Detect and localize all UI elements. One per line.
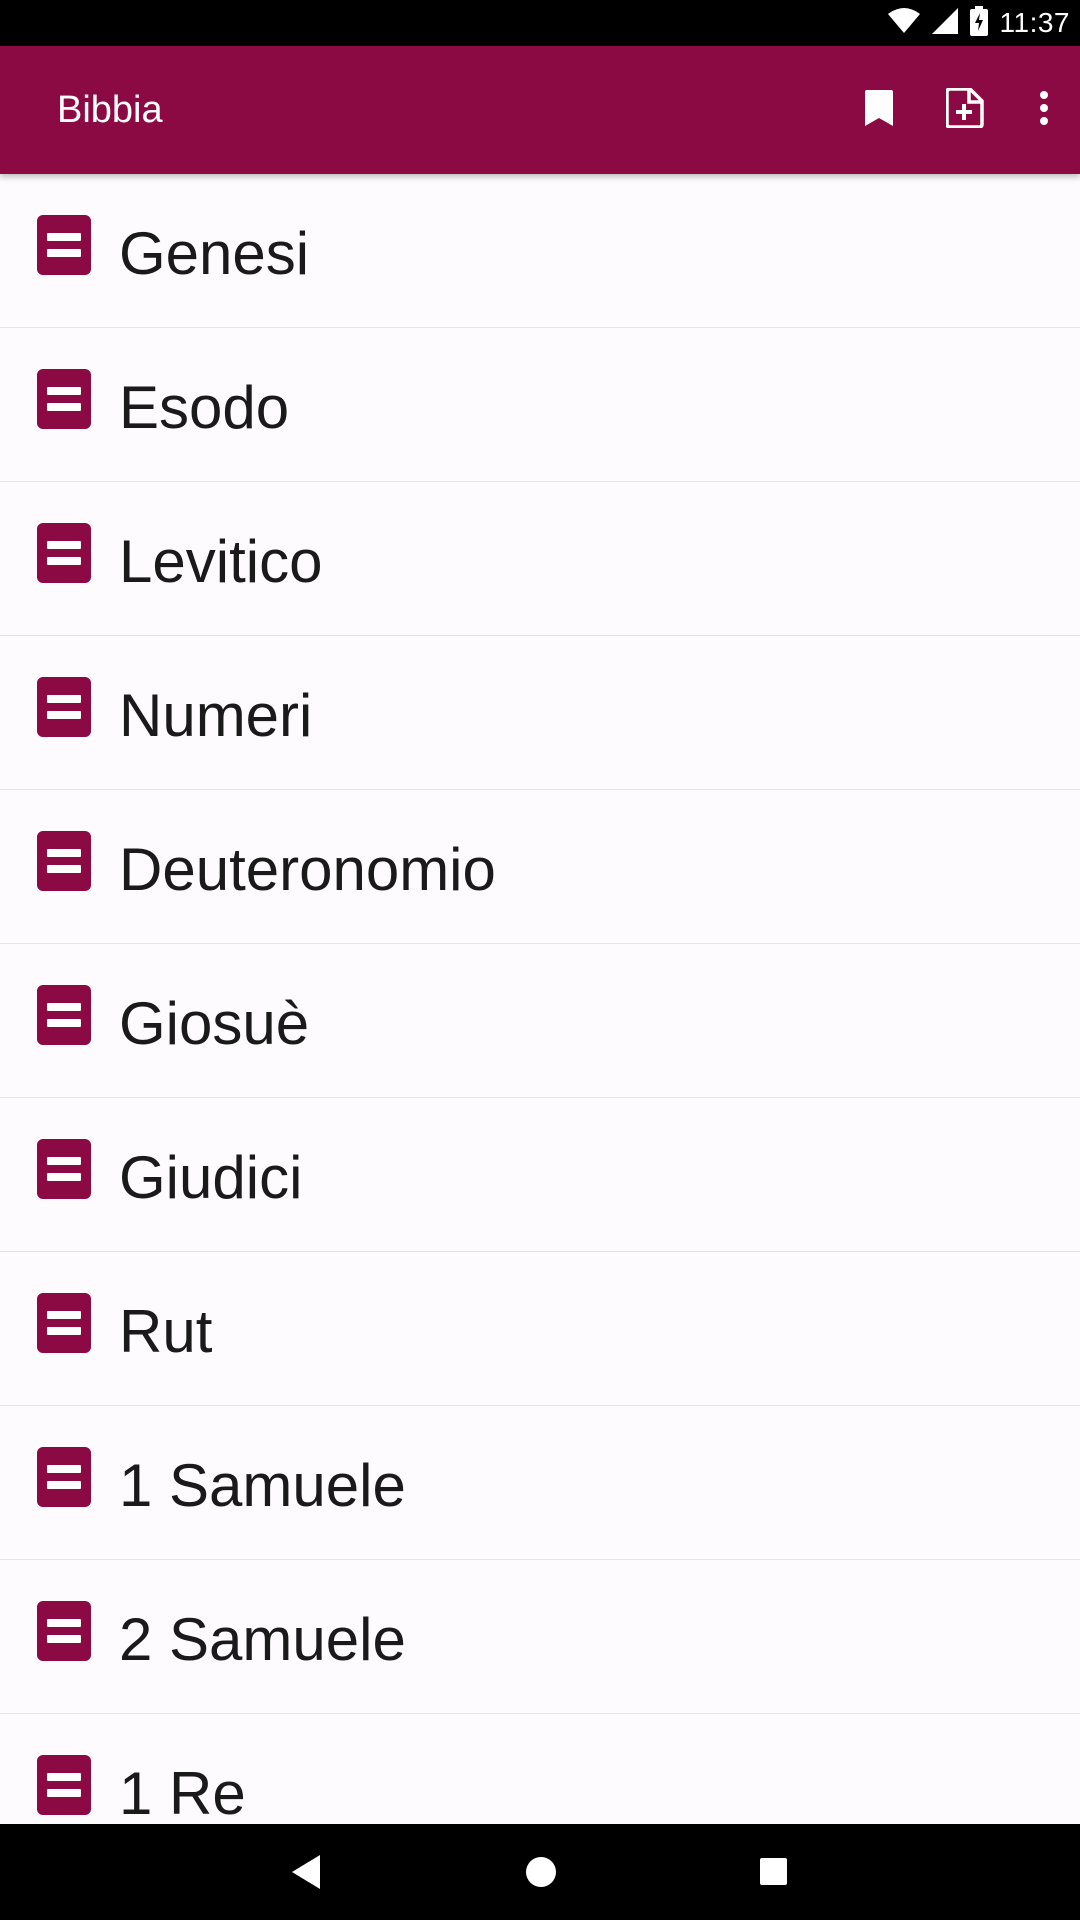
back-icon[interactable] [292,1855,320,1889]
book-label: Numeri [119,682,313,749]
recents-icon[interactable] [760,1858,787,1885]
status-bar: 11:37 [0,0,1080,46]
bookmark-button[interactable] [836,67,922,153]
book-icon [37,523,91,583]
book-label: Esodo [119,374,290,441]
wifi-icon [887,7,920,39]
add-document-button[interactable] [922,67,1008,153]
add-document-icon [945,86,984,133]
book-label: 1 Samuele [119,1452,406,1519]
book-label: Deuteronomio [119,836,496,903]
book-icon [37,1293,91,1353]
book-label: Genesi [119,220,310,287]
book-label: 1 Re [119,1760,246,1824]
book-icon [37,1601,91,1661]
app-bar: Bibbia [0,46,1080,174]
book-label: Giosuè [119,990,310,1057]
app-actions [836,46,1080,174]
more-options-button[interactable] [1008,67,1080,153]
battery-charging-icon [969,5,988,41]
list-item[interactable]: Numeri [0,636,1080,790]
book-label: Rut [119,1298,213,1365]
home-icon[interactable] [526,1857,556,1887]
list-item[interactable]: Deuteronomio [0,790,1080,944]
list-item[interactable]: Levitico [0,482,1080,636]
book-icon [37,831,91,891]
bookmark-icon [865,89,893,131]
list-item[interactable]: 2 Samuele [0,1560,1080,1714]
list-item[interactable]: Giosuè [0,944,1080,1098]
book-icon [37,1755,91,1815]
status-icons: 11:37 [887,0,1071,46]
book-label: Giudici [119,1144,303,1211]
list-item[interactable]: Esodo [0,328,1080,482]
status-time: 11:37 [999,7,1070,38]
book-icon [37,677,91,737]
book-icon [37,369,91,429]
book-label: 2 Samuele [119,1606,406,1673]
list-item[interactable]: Rut [0,1252,1080,1406]
list-item[interactable]: Genesi [0,174,1080,328]
book-list: Genesi Esodo Levitico Numeri Deuteronomio Gio… [0,174,1080,1824]
book-icon [37,1447,91,1507]
book-icon [37,215,91,275]
book-icon [37,985,91,1045]
cell-signal-icon [931,7,958,39]
app-title: Bibbia [57,89,163,131]
list-item[interactable]: Giudici [0,1098,1080,1252]
list-item[interactable]: 1 Re [0,1714,1080,1824]
navigation-bar [0,1824,1080,1920]
book-label: Levitico [119,528,323,595]
book-icon [37,1139,91,1199]
list-item[interactable]: 1 Samuele [0,1406,1080,1560]
more-vert-icon [1039,90,1049,130]
